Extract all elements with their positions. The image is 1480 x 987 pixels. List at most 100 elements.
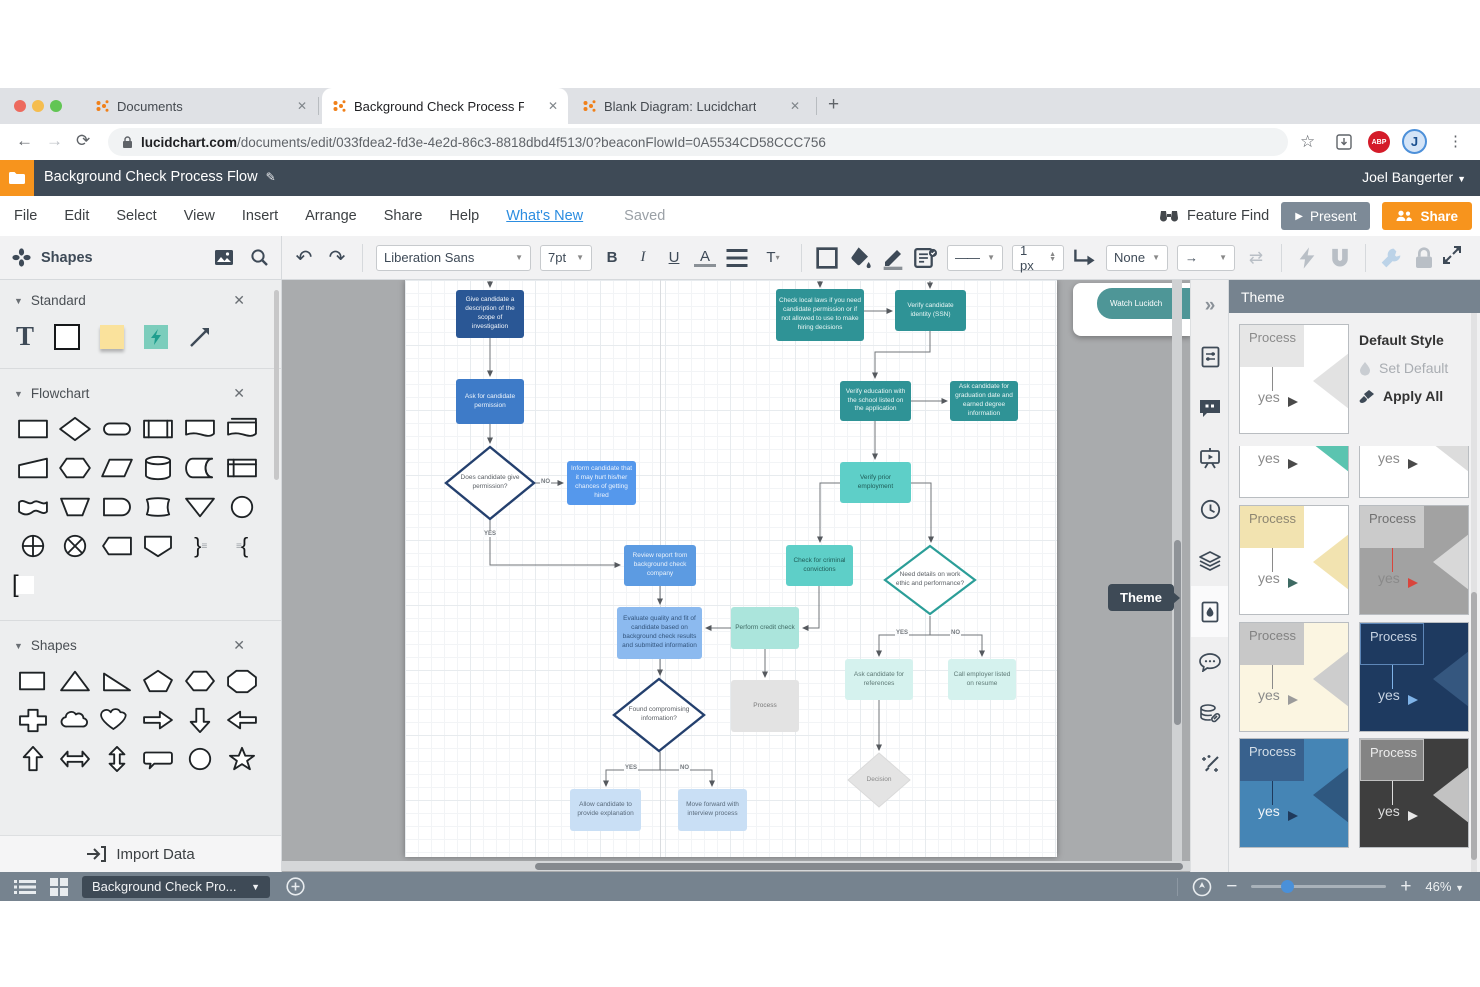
- flow-node[interactable]: Allow candidate to provide explanation: [570, 789, 641, 831]
- collapse-arrow-icon[interactable]: ▼: [14, 296, 23, 306]
- undo-icon[interactable]: ↶: [292, 246, 316, 270]
- shape-square-icon[interactable]: [12, 666, 54, 696]
- flowchart-paper-tape-icon[interactable]: [12, 492, 54, 522]
- italic-button[interactable]: I: [632, 249, 654, 266]
- close-section-icon[interactable]: ✕: [233, 292, 245, 309]
- flowchart-or-icon[interactable]: [12, 531, 54, 561]
- flow-node[interactable]: Review report from background check comp…: [624, 545, 696, 586]
- zoom-level[interactable]: 46% ▼: [1425, 879, 1464, 894]
- menu-help[interactable]: Help: [449, 208, 479, 224]
- text-tool-icon[interactable]: T: [16, 323, 34, 350]
- shape-octagon-icon[interactable]: [221, 666, 263, 696]
- tools-wrench-icon[interactable]: [1379, 246, 1403, 270]
- flowchart-off-page-link-icon[interactable]: [96, 531, 138, 561]
- documents-home-button[interactable]: [0, 160, 34, 196]
- flowchart-manual-input-icon[interactable]: [12, 453, 54, 483]
- flowchart-merge-icon[interactable]: [179, 492, 221, 522]
- canvas-vertical-scrollbar-thumb[interactable]: [1174, 540, 1181, 725]
- flow-node[interactable]: Verify candidate identity (SSN): [895, 290, 966, 331]
- collapse-arrow-icon[interactable]: ▼: [14, 389, 23, 399]
- zoom-out-button[interactable]: −: [1226, 876, 1237, 898]
- import-data-button[interactable]: Import Data: [0, 835, 281, 872]
- shape-hexagon-icon[interactable]: [179, 666, 221, 696]
- flowchart-document-icon[interactable]: [179, 414, 221, 444]
- shape-pentagon-icon[interactable]: [137, 666, 179, 696]
- whats-new-link[interactable]: What's New: [506, 208, 583, 224]
- theme-thumb-gray-red[interactable]: Process yes: [1359, 505, 1469, 615]
- theme-thumb-simple-gray[interactable]: yes: [1359, 446, 1469, 498]
- flowchart-off-page-connector-icon[interactable]: [137, 531, 179, 561]
- shape-triangle-icon[interactable]: [54, 666, 96, 696]
- theme-thumb-navy[interactable]: Process yes: [1359, 622, 1469, 732]
- browser-profile-avatar[interactable]: J: [1402, 129, 1427, 154]
- flow-node[interactable]: Ask for candidate permission: [456, 379, 524, 424]
- adblock-extension-icon[interactable]: ABP: [1368, 131, 1390, 153]
- flowchart-summing-junction-icon[interactable]: [54, 531, 96, 561]
- reload-icon[interactable]: ⟳: [76, 131, 90, 151]
- underline-button[interactable]: U: [663, 249, 685, 266]
- fullscreen-icon[interactable]: [1442, 245, 1462, 265]
- sticky-note-icon[interactable]: [100, 325, 124, 349]
- menu-view[interactable]: View: [184, 208, 215, 224]
- line-tool-icon[interactable]: [188, 325, 212, 349]
- left-panel-scrollbar[interactable]: [274, 290, 279, 480]
- flowchart-multi-document-icon[interactable]: [221, 414, 263, 444]
- flowchart-delay-icon[interactable]: [96, 492, 138, 522]
- flowchart-terminator-icon[interactable]: [96, 414, 138, 444]
- hotspot-lightning-icon[interactable]: [144, 325, 168, 349]
- flowchart-bracket-icon[interactable]: [: [12, 570, 54, 600]
- flowchart-brace-left-icon[interactable]: ≡{: [221, 531, 263, 561]
- shape-heart-icon[interactable]: [96, 705, 138, 735]
- lock-icon[interactable]: [1412, 246, 1436, 270]
- extension-download-icon[interactable]: [1336, 134, 1352, 150]
- shape-data-icon[interactable]: [914, 246, 938, 270]
- document-settings-icon[interactable]: [1191, 331, 1229, 382]
- diagram-canvas[interactable]: Give candidate a description of the scop…: [282, 280, 1190, 872]
- flowchart-database-icon[interactable]: [137, 453, 179, 483]
- bold-button[interactable]: B: [601, 249, 623, 266]
- browser-menu-kebab-icon[interactable]: ⋮: [1448, 132, 1463, 150]
- shape-cloud-icon[interactable]: [54, 705, 96, 735]
- line-end-dropdown[interactable]: →▼: [1177, 245, 1235, 271]
- flowchart-preparation-icon[interactable]: [54, 453, 96, 483]
- flow-node[interactable]: Perform credit check: [731, 607, 799, 649]
- line-color-icon[interactable]: [881, 246, 905, 270]
- flow-node[interactable]: Ask candidate for references: [845, 659, 913, 700]
- shape-arrow-up-icon[interactable]: [12, 744, 54, 774]
- collapse-arrow-icon[interactable]: ▼: [14, 641, 23, 651]
- theme-thumb-cream[interactable]: Process yes: [1239, 505, 1349, 615]
- browser-tab-blank-diagram[interactable]: Blank Diagram: Lucidchart ✕: [572, 88, 810, 124]
- redo-icon[interactable]: ↷: [325, 246, 349, 270]
- back-icon[interactable]: ←: [16, 131, 33, 151]
- shape-circle-icon[interactable]: [179, 744, 221, 774]
- line-weight-stepper[interactable]: 1 px▲▼: [1012, 245, 1064, 271]
- shape-right-triangle-icon[interactable]: [96, 666, 138, 696]
- browser-tab-documents[interactable]: Documents ✕: [85, 88, 317, 124]
- snap-magnet-icon[interactable]: [1328, 246, 1352, 270]
- zoom-slider[interactable]: [1251, 885, 1386, 888]
- theme-thumb-charcoal[interactable]: Process yes: [1359, 738, 1469, 848]
- share-button[interactable]: Share: [1382, 202, 1472, 230]
- flow-decision-node[interactable]: Need details on work ethic and performan…: [882, 543, 978, 617]
- flowchart-data-icon[interactable]: [96, 453, 138, 483]
- forward-icon[interactable]: →: [46, 131, 63, 151]
- window-minimize-button[interactable]: [32, 100, 44, 112]
- flowchart-predefined-process-icon[interactable]: [137, 414, 179, 444]
- apply-all-button[interactable]: Apply All: [1359, 388, 1448, 404]
- menu-edit[interactable]: Edit: [64, 208, 89, 224]
- font-size-dropdown[interactable]: 7pt▼: [540, 245, 592, 271]
- tab-close-icon[interactable]: ✕: [790, 99, 800, 113]
- flow-decision-node[interactable]: Does candidate give permission?: [443, 444, 537, 522]
- layers-icon[interactable]: [1191, 535, 1229, 586]
- page-list-view-icon[interactable]: [14, 879, 36, 895]
- insert-image-icon[interactable]: [214, 249, 234, 266]
- fill-color-icon[interactable]: [848, 246, 872, 270]
- flowchart-stored-data-icon[interactable]: [179, 453, 221, 483]
- flow-decision-node[interactable]: Decision: [847, 752, 911, 808]
- flow-node[interactable]: Evaluate quality and fit of candidate ba…: [617, 607, 702, 659]
- flow-node[interactable]: Verify education with the school listed …: [840, 381, 911, 421]
- address-bar[interactable]: lucidchart.com/documents/edit/033fdea2-f…: [108, 128, 1288, 156]
- browser-tab-active[interactable]: Background Check Process Flo ✕: [322, 88, 568, 124]
- menu-select[interactable]: Select: [116, 208, 156, 224]
- tab-close-icon[interactable]: ✕: [297, 99, 307, 113]
